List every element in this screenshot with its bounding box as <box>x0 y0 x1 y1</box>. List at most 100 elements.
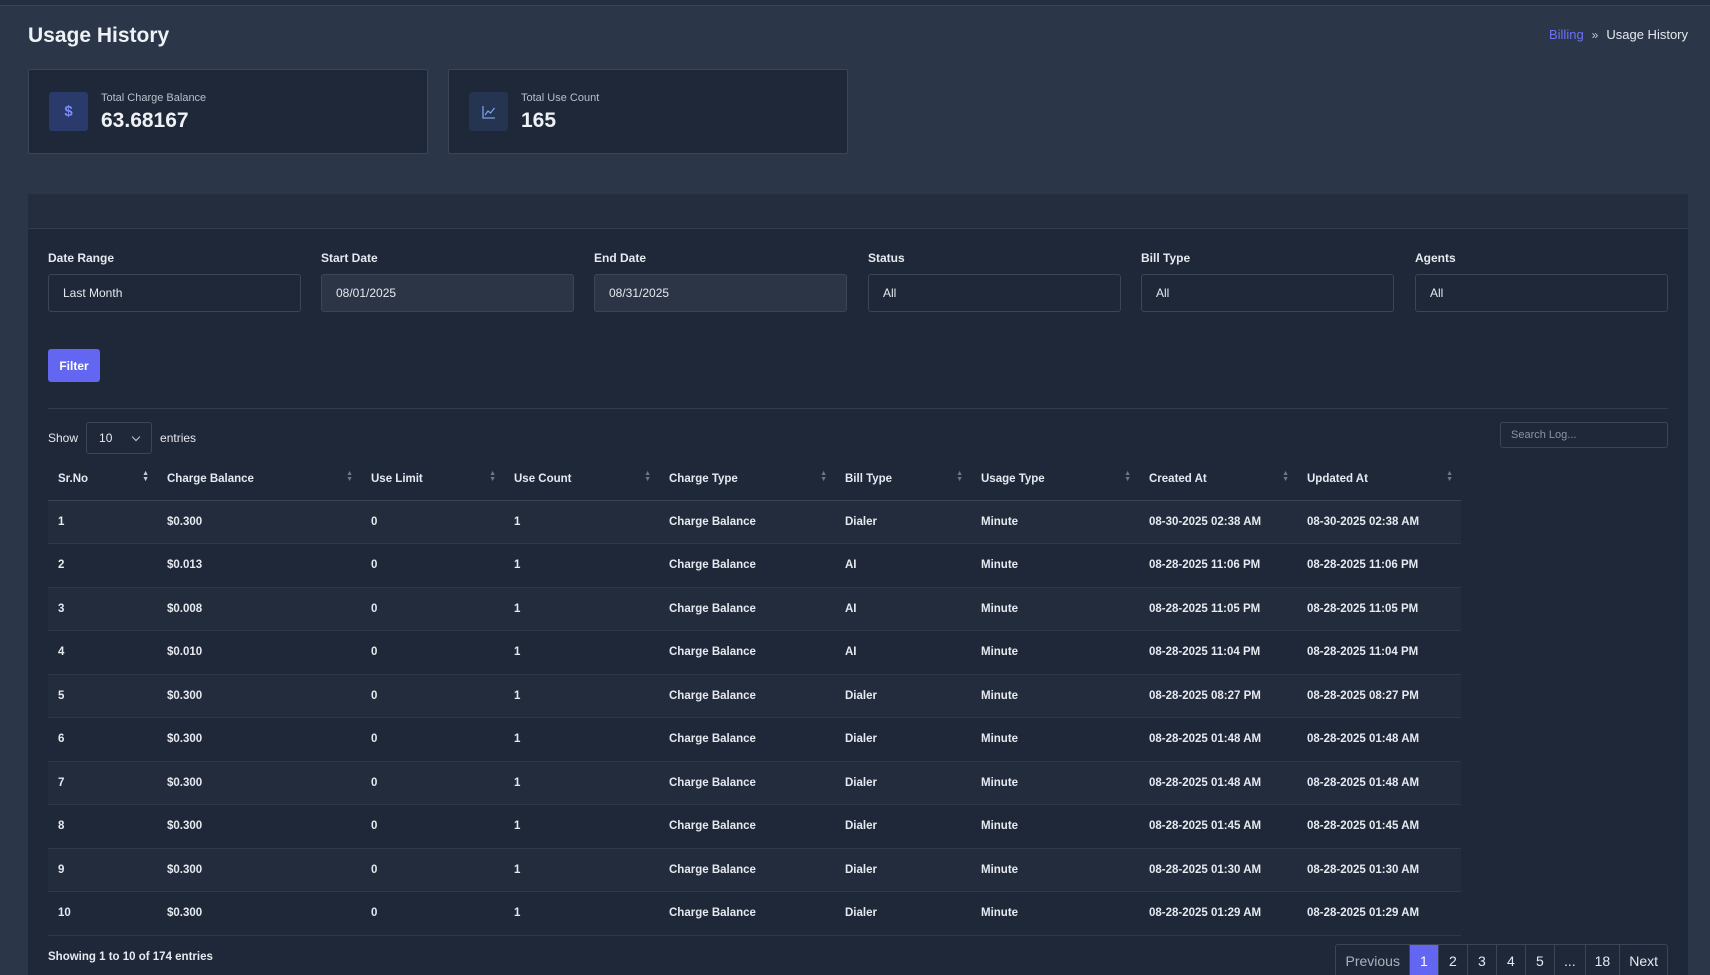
stat-card-use-count: Total Use Count 165 <box>448 69 848 154</box>
cell-bill-type: Dialer <box>835 717 971 762</box>
table-header-row: Sr.No ▲ ▼ Charge Balance ▲ ▼ Use Limit ▲ ▼ Use… <box>48 458 1461 501</box>
pagination-page-1[interactable]: 1 <box>1408 945 1438 975</box>
cell-use-count: 1 <box>504 543 659 588</box>
cell-usage-type: Minute <box>971 717 1139 762</box>
cell-charge-balance: $0.008 <box>157 587 361 631</box>
cell-usage-type: Minute <box>971 587 1139 631</box>
cell-use-count: 1 <box>504 500 659 544</box>
cell-bill-type: AI <box>835 630 971 675</box>
pagination-next[interactable]: Next <box>1619 945 1667 975</box>
show-label: Show <box>48 431 79 445</box>
cell-use-limit: 0 <box>361 543 504 588</box>
cell-charge-balance: $0.300 <box>157 674 361 718</box>
stat-card-charge-balance: $ Total Charge Balance 63.68167 <box>28 69 428 154</box>
entries-select-value: 10 <box>99 431 113 445</box>
cell-usage-type: Minute <box>971 630 1139 675</box>
col-charge-type[interactable]: Charge Type ▲ ▼ <box>659 458 835 501</box>
table-row: 6 $0.300 0 1 Charge Balance Dialer Minute 08-28… <box>48 717 1461 762</box>
sort-icon: ▲ ▼ <box>644 470 651 483</box>
cell-sr-no: 2 <box>48 543 157 588</box>
usage-panel: Date Range Last Month Start Date 08/01/2… <box>28 194 1688 975</box>
end-date-input[interactable]: 08/31/2025 <box>594 274 847 312</box>
cell-bill-type: Dialer <box>835 761 971 805</box>
sort-icon: ▲ ▼ <box>346 470 353 483</box>
pagination-page-4[interactable]: 4 <box>1495 945 1525 975</box>
entries-select[interactable]: 10 <box>86 422 153 454</box>
cell-usage-type: Minute <box>971 543 1139 588</box>
pagination-page-2[interactable]: 2 <box>1437 945 1467 975</box>
breadcrumb-billing-link[interactable]: Billing <box>1549 27 1584 42</box>
cell-usage-type: Minute <box>971 761 1139 805</box>
start-date-input[interactable]: 08/01/2025 <box>321 274 574 312</box>
table-row: 10 $0.300 0 1 Charge Balance Dialer Minute 08-2… <box>48 891 1461 936</box>
cell-charge-type: Charge Balance <box>659 630 835 675</box>
cell-charge-balance: $0.300 <box>157 804 361 849</box>
cell-bill-type: AI <box>835 543 971 588</box>
cell-use-limit: 0 <box>361 891 504 936</box>
cell-usage-type: Minute <box>971 804 1139 849</box>
pagination-page-5[interactable]: 5 <box>1524 945 1554 975</box>
agents-select[interactable]: All <box>1415 274 1668 312</box>
col-created-at[interactable]: Created At ▲ ▼ <box>1139 458 1297 501</box>
search-log-input[interactable] <box>1500 422 1668 448</box>
col-use-limit[interactable]: Use Limit ▲ ▼ <box>361 458 504 501</box>
cell-sr-no: 5 <box>48 674 157 718</box>
cell-charge-type: Charge Balance <box>659 804 835 849</box>
cell-charge-balance: $0.300 <box>157 848 361 892</box>
filter-agents: Agents All <box>1415 251 1668 312</box>
cell-usage-type: Minute <box>971 891 1139 936</box>
cell-charge-type: Charge Balance <box>659 674 835 718</box>
sort-icon: ▲ ▼ <box>1124 470 1131 483</box>
col-charge-balance[interactable]: Charge Balance ▲ ▼ <box>157 458 361 501</box>
col-sr-no[interactable]: Sr.No ▲ ▼ <box>48 458 157 501</box>
cell-bill-type: Dialer <box>835 891 971 936</box>
filter-label: End Date <box>594 251 647 265</box>
table-row: 8 $0.300 0 1 Charge Balance Dialer Minute 08-28… <box>48 804 1461 849</box>
entries-length-control: Show 10 entries <box>48 422 196 454</box>
cell-bill-type: Dialer <box>835 500 971 544</box>
cell-use-count: 1 <box>504 761 659 805</box>
col-usage-type[interactable]: Usage Type ▲ ▼ <box>971 458 1139 501</box>
cell-created-at: 08-28-2025 01:48 AM <box>1139 761 1297 805</box>
date-range-select[interactable]: Last Month <box>48 274 301 312</box>
cell-created-at: 08-28-2025 11:05 PM <box>1139 587 1297 631</box>
table-row: 7 $0.300 0 1 Charge Balance Dialer Minute 08-28… <box>48 761 1461 805</box>
cell-created-at: 08-28-2025 08:27 PM <box>1139 674 1297 718</box>
table-row: 3 $0.008 0 1 Charge Balance AI Minute 08-28-202… <box>48 587 1461 631</box>
cell-created-at: 08-28-2025 01:29 AM <box>1139 891 1297 936</box>
cell-bill-type: Dialer <box>835 848 971 892</box>
table-row: 4 $0.010 0 1 Charge Balance AI Minute 08-28-202… <box>48 630 1461 675</box>
entries-label: entries <box>160 431 197 445</box>
page-title: Usage History <box>28 24 170 47</box>
col-bill-type[interactable]: Bill Type ▲ ▼ <box>835 458 971 501</box>
stat-label: Total Charge Balance <box>101 92 207 104</box>
filter-status: Status All <box>868 251 1121 312</box>
cell-use-limit: 0 <box>361 804 504 849</box>
breadcrumb-separator: » <box>1591 27 1599 42</box>
pagination-page-18[interactable]: 18 <box>1584 945 1620 975</box>
cell-charge-balance: $0.013 <box>157 543 361 588</box>
cell-use-limit: 0 <box>361 717 504 762</box>
cell-updated-at: 08-28-2025 01:48 AM <box>1297 717 1461 762</box>
col-updated-at[interactable]: Updated At ▲ ▼ <box>1297 458 1461 501</box>
status-select[interactable]: All <box>868 274 1121 312</box>
chevron-down-icon <box>131 432 141 441</box>
sort-icon: ▲ ▼ <box>1282 470 1289 483</box>
filter-button[interactable]: Filter <box>48 349 100 382</box>
pagination-ellipsis: ... <box>1553 945 1585 975</box>
cell-sr-no: 8 <box>48 804 157 849</box>
cell-sr-no: 6 <box>48 717 157 762</box>
pagination-previous[interactable]: Previous <box>1336 945 1408 975</box>
table-row: 9 $0.300 0 1 Charge Balance Dialer Minute 08-28… <box>48 848 1461 892</box>
cell-use-limit: 0 <box>361 761 504 805</box>
cell-use-limit: 0 <box>361 848 504 892</box>
cell-use-limit: 0 <box>361 674 504 718</box>
pagination-page-3[interactable]: 3 <box>1466 945 1496 975</box>
filter-date-range: Date Range Last Month <box>48 251 301 312</box>
table-info: Showing 1 to 10 of 174 entries <box>48 951 213 963</box>
col-use-count[interactable]: Use Count ▲ ▼ <box>504 458 659 501</box>
cell-created-at: 08-28-2025 11:04 PM <box>1139 630 1297 675</box>
cell-created-at: 08-28-2025 01:30 AM <box>1139 848 1297 892</box>
bill-type-select[interactable]: All <box>1141 274 1394 312</box>
cell-use-count: 1 <box>504 717 659 762</box>
